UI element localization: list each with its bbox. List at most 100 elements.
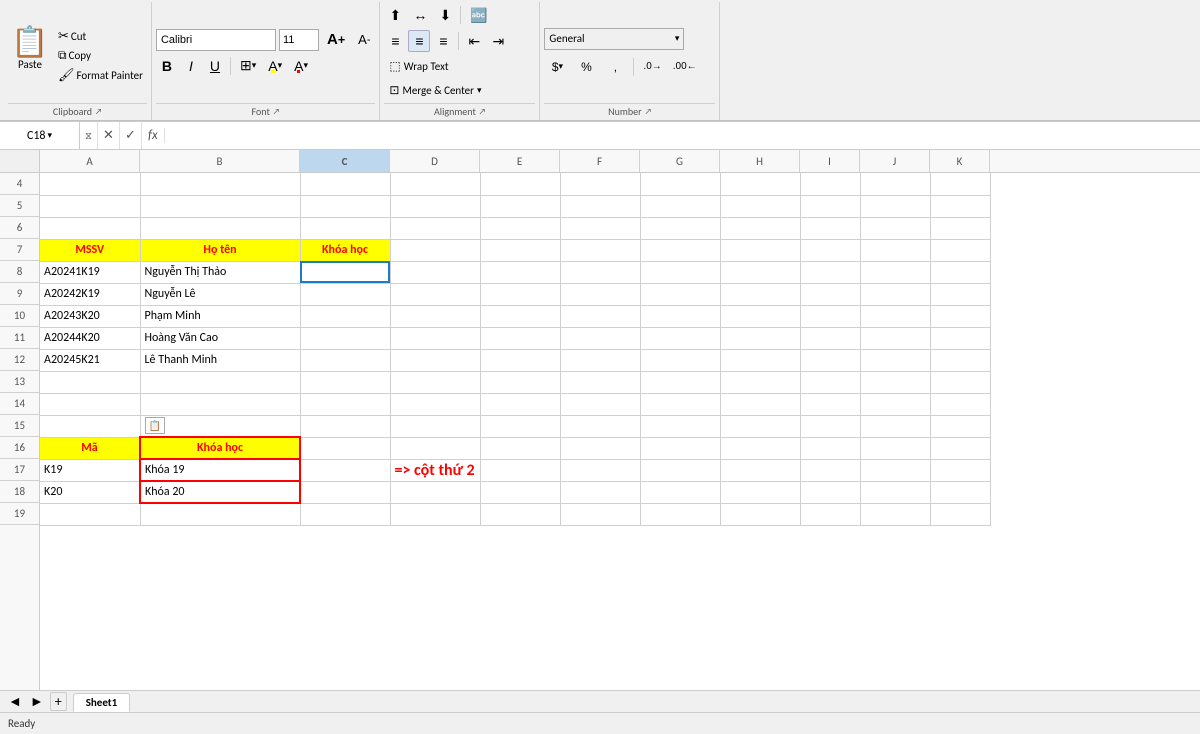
dollar-button[interactable]: $ ▾: [544, 56, 570, 78]
row-header-18[interactable]: 18: [0, 481, 39, 503]
merge-center-button[interactable]: ⊡ Merge & Center ▾: [384, 80, 486, 101]
cell-e14[interactable]: [480, 393, 560, 415]
cell-g16[interactable]: [640, 437, 720, 459]
cell-c18[interactable]: [300, 481, 390, 503]
cell-a10[interactable]: A20243K20: [40, 305, 140, 327]
copy-button[interactable]: ⧉ Copy: [54, 47, 147, 65]
cell-g14[interactable]: [640, 393, 720, 415]
cell-a14[interactable]: [40, 393, 140, 415]
format-painter-button[interactable]: 🖌 Format Painter: [54, 66, 147, 85]
cell-a11[interactable]: A20244K20: [40, 327, 140, 349]
col-header-b[interactable]: B: [140, 150, 300, 172]
cell-e5[interactable]: [480, 195, 560, 217]
cell-b4[interactable]: [140, 173, 300, 195]
cell-c10[interactable]: [300, 305, 390, 327]
col-header-d[interactable]: D: [390, 150, 480, 172]
row-header-12[interactable]: 12: [0, 349, 39, 371]
cell-b17[interactable]: Khóa 19: [140, 459, 300, 481]
col-header-g[interactable]: G: [640, 150, 720, 172]
cell-d5[interactable]: [390, 195, 480, 217]
font-size-input[interactable]: [279, 29, 319, 51]
cell-j12[interactable]: [860, 349, 930, 371]
cell-f16[interactable]: [560, 437, 640, 459]
wrap-text-button[interactable]: ⬚ Wrap Text: [384, 56, 453, 77]
cell-g11[interactable]: [640, 327, 720, 349]
cell-e8[interactable]: [480, 261, 560, 283]
cell-d8[interactable]: [390, 261, 480, 283]
cell-j15[interactable]: [860, 415, 930, 437]
cell-i11[interactable]: [800, 327, 860, 349]
cancel-formula-button[interactable]: ✕: [98, 122, 120, 149]
align-left-button[interactable]: ≡: [384, 30, 406, 52]
corner-cell[interactable]: [0, 150, 40, 172]
cell-d10[interactable]: [390, 305, 480, 327]
italic-button[interactable]: I: [180, 55, 202, 77]
text-direction-button[interactable]: 🔤: [465, 4, 492, 26]
cell-j10[interactable]: [860, 305, 930, 327]
cell-f6[interactable]: [560, 217, 640, 239]
cell-b14[interactable]: [140, 393, 300, 415]
cell-e12[interactable]: [480, 349, 560, 371]
cell-d12[interactable]: [390, 349, 480, 371]
cell-g19[interactable]: [640, 503, 720, 525]
cell-j9[interactable]: [860, 283, 930, 305]
cell-c7-khoahoc[interactable]: Khóa học: [300, 239, 390, 261]
cell-b13[interactable]: [140, 371, 300, 393]
row-header-10[interactable]: 10: [0, 305, 39, 327]
cell-h14[interactable]: [720, 393, 800, 415]
alignment-expand-icon[interactable]: ↗: [479, 107, 486, 117]
cell-h4[interactable]: [720, 173, 800, 195]
col-header-j[interactable]: J: [860, 150, 930, 172]
cell-h11[interactable]: [720, 327, 800, 349]
cell-b9[interactable]: Nguyễn Lê: [140, 283, 300, 305]
cell-d6[interactable]: [390, 217, 480, 239]
cell-j17[interactable]: [860, 459, 930, 481]
cell-b5[interactable]: [140, 195, 300, 217]
row-header-14[interactable]: 14: [0, 393, 39, 415]
cell-a19[interactable]: [40, 503, 140, 525]
cell-e6[interactable]: [480, 217, 560, 239]
cell-d11[interactable]: [390, 327, 480, 349]
cell-j13[interactable]: [860, 371, 930, 393]
cell-b7-hoten[interactable]: Họ tên: [140, 239, 300, 261]
cell-d7[interactable]: [390, 239, 480, 261]
cell-h17[interactable]: [720, 459, 800, 481]
cell-b18[interactable]: Khóa 20: [140, 481, 300, 503]
cell-h6[interactable]: [720, 217, 800, 239]
cell-h10[interactable]: [720, 305, 800, 327]
cell-k11[interactable]: [930, 327, 990, 349]
cell-d14[interactable]: [390, 393, 480, 415]
cell-i7[interactable]: [800, 239, 860, 261]
add-sheet-button[interactable]: +: [50, 692, 67, 711]
cell-b15[interactable]: 📋: [140, 415, 300, 437]
cell-k15[interactable]: [930, 415, 990, 437]
cell-h15[interactable]: [720, 415, 800, 437]
borders-button[interactable]: ⊞▾: [235, 55, 261, 77]
cell-i10[interactable]: [800, 305, 860, 327]
confirm-formula-button[interactable]: ✓: [120, 122, 142, 149]
number-format-dropdown[interactable]: General ▾: [544, 28, 684, 50]
cell-d18[interactable]: [390, 481, 480, 503]
cell-i4[interactable]: [800, 173, 860, 195]
paste-options-icon[interactable]: 📋: [145, 417, 165, 434]
cell-i14[interactable]: [800, 393, 860, 415]
cell-h18[interactable]: [720, 481, 800, 503]
cell-c17[interactable]: [300, 459, 390, 481]
cell-j14[interactable]: [860, 393, 930, 415]
formula-input[interactable]: [165, 122, 1200, 149]
grow-font-button[interactable]: A+: [322, 29, 350, 51]
cell-j18[interactable]: [860, 481, 930, 503]
cell-c8[interactable]: [300, 261, 390, 283]
col-header-f[interactable]: F: [560, 150, 640, 172]
decrease-decimal-button[interactable]: .00←: [669, 56, 701, 78]
cell-d15[interactable]: [390, 415, 480, 437]
cell-e17[interactable]: [480, 459, 560, 481]
row-header-5[interactable]: 5: [0, 195, 39, 217]
cell-k19[interactable]: [930, 503, 990, 525]
cell-g4[interactable]: [640, 173, 720, 195]
cell-a16-ma[interactable]: Mã: [40, 437, 140, 459]
cell-j11[interactable]: [860, 327, 930, 349]
cell-a9[interactable]: A20242K19: [40, 283, 140, 305]
cell-e10[interactable]: [480, 305, 560, 327]
cell-e15[interactable]: [480, 415, 560, 437]
